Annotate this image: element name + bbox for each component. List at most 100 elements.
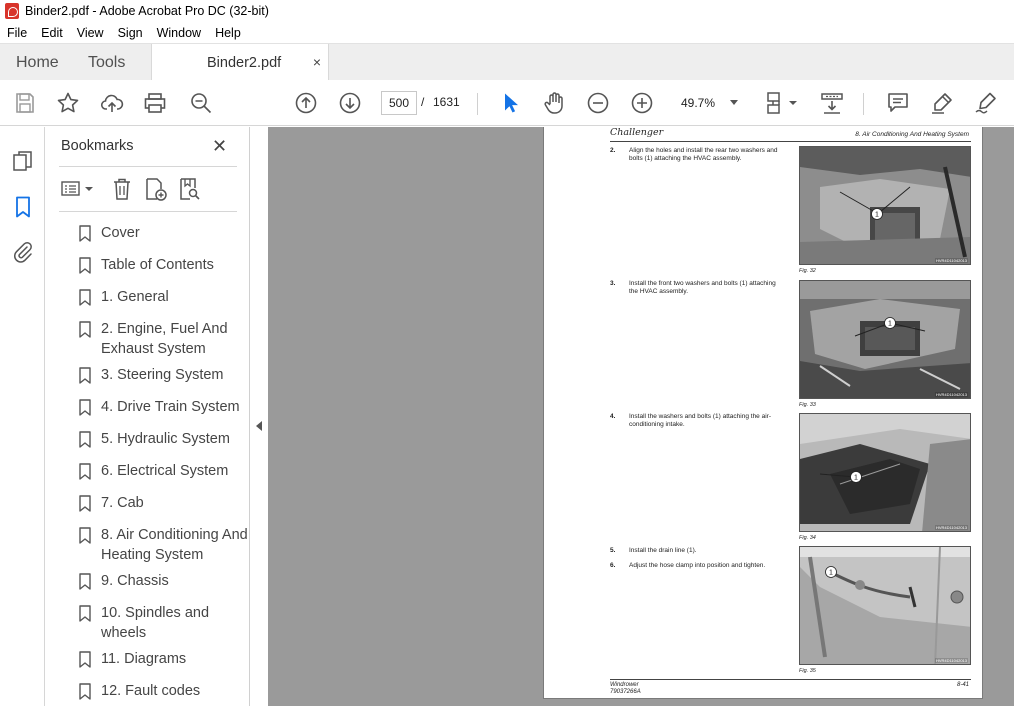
document-viewport[interactable]: Challenger 8. Air Conditioning And Heati… [268, 127, 1014, 706]
menu-view[interactable]: View [77, 26, 104, 40]
bookmark-label: 6. Electrical System [101, 463, 229, 479]
zoom-level-select[interactable]: 49.7% [670, 91, 746, 115]
challenger-logo: Challenger [610, 127, 664, 138]
figure-code: HVR4D11042013 [934, 525, 968, 530]
bookmark-label: 7. Cab [101, 495, 144, 511]
step-number: 2. [610, 147, 616, 154]
figure-code: HVR4D11042013 [934, 258, 968, 263]
hand-tool-icon[interactable] [542, 91, 566, 115]
select-cursor-icon[interactable] [499, 91, 523, 115]
scroll-mode-icon[interactable] [820, 91, 844, 115]
panel-collapse-handle[interactable] [250, 127, 268, 706]
bookmark-icon [79, 527, 91, 544]
acrobat-app-icon [5, 3, 19, 19]
footer-product: Windrower [610, 682, 639, 688]
bookmark-icon [79, 431, 91, 448]
upload-cloud-icon[interactable] [100, 91, 124, 115]
figure-33-image: 1 HVR4D11042013 [799, 280, 971, 399]
bookmark-label: 3. Steering System [101, 367, 224, 383]
bookmark-search-icon[interactable] [179, 177, 201, 201]
bookmarks-panel-title: Bookmarks [61, 138, 134, 154]
footer-part-number: 79037266A [610, 689, 641, 695]
menu-sign[interactable]: Sign [118, 26, 143, 40]
zoom-out-icon[interactable] [586, 91, 610, 115]
bookmark-icon [79, 289, 91, 306]
figure-code: HVR4D11042013 [934, 658, 968, 663]
bookmarks-icon[interactable] [11, 195, 35, 219]
step-text: Adjust the hose clamp into position and … [629, 562, 766, 569]
bookmark-icon [79, 605, 91, 622]
tab-bar: Home Tools Binder2.pdf × [0, 43, 1014, 82]
bookmark-label: 11. Diagrams [101, 651, 187, 667]
chevron-left-icon [256, 421, 262, 431]
bookmark-icon [79, 651, 91, 668]
bookmark-label: 5. Hydraulic System [101, 431, 230, 447]
delete-bookmark-icon[interactable] [111, 177, 133, 201]
bookmark-options-icon[interactable] [61, 177, 95, 201]
tab-document[interactable]: Binder2.pdf × [151, 44, 329, 82]
zoom-level-value: 49.7% [681, 96, 716, 110]
new-bookmark-icon[interactable] [145, 177, 167, 201]
bookmark-icon [79, 463, 91, 480]
bookmark-label: Cover [101, 225, 140, 241]
print-icon[interactable] [143, 91, 167, 115]
toolbar-divider [863, 93, 864, 115]
pdf-page: Challenger 8. Air Conditioning And Heati… [543, 127, 983, 699]
navigation-rail [0, 127, 45, 706]
tab-document-label: Binder2.pdf [207, 55, 282, 71]
menu-bar: File Edit View Sign Window Help [0, 22, 1014, 43]
panel-divider [59, 166, 237, 167]
bookmark-label: 8. Air Conditioning And Heating System [101, 527, 248, 563]
step-text: Align the holes and install the rear two… [629, 147, 778, 162]
tab-tools[interactable]: Tools [88, 44, 125, 81]
menu-window[interactable]: Window [157, 26, 201, 40]
highlight-pen-icon[interactable] [930, 91, 954, 115]
figure-callout: 1 [854, 475, 858, 482]
bookmark-label: 10. Spindles and wheels [101, 605, 210, 641]
zoom-in-icon[interactable] [630, 91, 654, 115]
attachments-paperclip-icon[interactable] [11, 240, 35, 264]
figure-caption: Fig. 34 [799, 535, 816, 541]
menu-edit[interactable]: Edit [41, 26, 63, 40]
figure-34-image: 1 HVR4D11042013 [799, 413, 971, 532]
previous-page-icon[interactable] [294, 91, 318, 115]
menu-help[interactable]: Help [215, 26, 241, 40]
sign-pen-icon[interactable] [974, 91, 998, 115]
figure-caption: Fig. 35 [799, 668, 816, 674]
close-icon[interactable]: ✕ [212, 136, 227, 157]
save-icon[interactable] [13, 91, 37, 115]
figure-35-image: 1 HVR4D11042013 [799, 546, 971, 665]
tab-home[interactable]: Home [16, 44, 59, 81]
bookmark-label: Table of Contents [101, 257, 214, 273]
next-page-icon[interactable] [338, 91, 362, 115]
header-rule [610, 141, 971, 142]
toolbar-divider [477, 93, 478, 115]
page-display-icon[interactable] [765, 91, 801, 115]
zoom-search-icon[interactable] [189, 91, 213, 115]
page-number-input[interactable]: 500 [381, 91, 417, 115]
figure-32-image: 1 HVR4D11042013 [799, 146, 971, 265]
tab-close-icon[interactable]: × [313, 54, 321, 70]
toolbar: 500 / 1631 49.7% [0, 80, 1014, 126]
bookmark-icon [79, 399, 91, 416]
page-thumbnails-icon[interactable] [11, 149, 35, 173]
figure-callout: 1 [888, 321, 892, 328]
step-number: 3. [610, 280, 616, 287]
bookmark-icon [79, 257, 91, 274]
bookmark-label: 4. Drive Train System [101, 399, 240, 415]
window-title: Binder2.pdf - Adobe Acrobat Pro DC (32-b… [25, 4, 269, 18]
bookmark-icon [79, 321, 91, 338]
bookmark-icon [79, 683, 91, 700]
title-bar: Binder2.pdf - Adobe Acrobat Pro DC (32-b… [0, 0, 1014, 22]
bookmark-label: 2. Engine, Fuel And Exhaust System [101, 321, 228, 357]
bookmark-icon [79, 573, 91, 590]
bookmarks-toolbar [59, 177, 239, 203]
bookmark-icon [79, 367, 91, 384]
comment-icon[interactable] [886, 91, 910, 115]
bookmark-label: 9. Chassis [101, 573, 169, 589]
footer-page-number: 8-41 [956, 682, 969, 688]
star-icon[interactable] [56, 91, 80, 115]
step-number: 5. [610, 547, 616, 554]
menu-file[interactable]: File [7, 26, 27, 40]
step-text: Install the washers and bolts (1) attach… [629, 413, 771, 428]
